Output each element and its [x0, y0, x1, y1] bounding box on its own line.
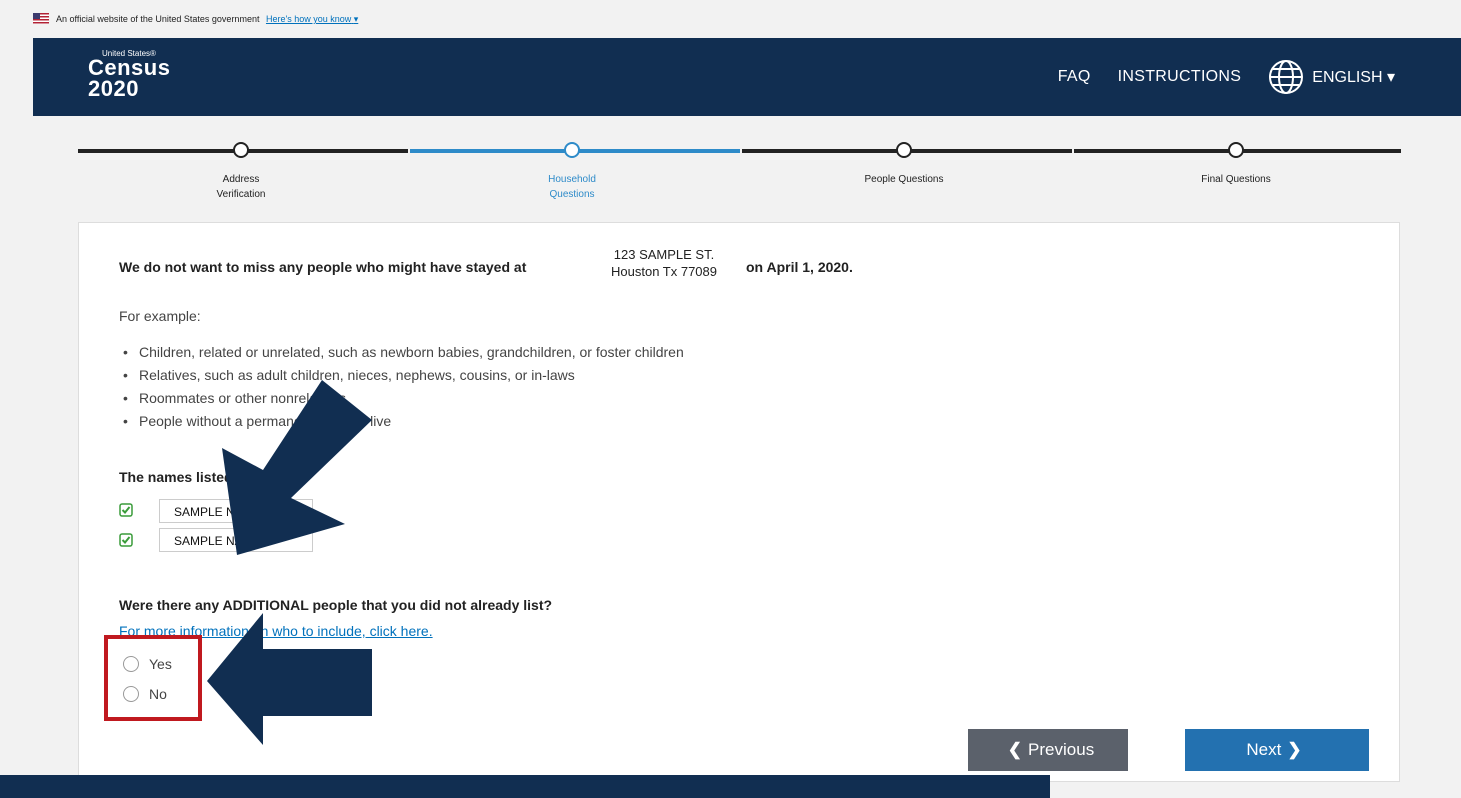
step-node-people [896, 142, 912, 158]
site-header: United States® Census 2020 FAQ INSTRUCTI… [33, 38, 1461, 116]
header-nav: FAQ INSTRUCTIONS ENGLISH ▾ [1058, 38, 1461, 116]
additional-people-question: Were there any ADDITIONAL people that yo… [119, 597, 553, 613]
next-button[interactable]: Next ❯ [1185, 729, 1369, 771]
step-node-address [233, 142, 249, 158]
step-label-household: Household Questions [548, 174, 596, 200]
chevron-left-icon: ❮ [1007, 740, 1023, 759]
list-item: Relatives, such as adult children, niece… [119, 364, 684, 387]
heres-how-you-know-link[interactable]: Here's how you know ▾ [266, 14, 358, 24]
intro-text: We do not want to miss any people who mi… [119, 259, 527, 275]
list-item: Roommates or other nonrelatives [119, 387, 684, 410]
chevron-right-icon: ❯ [1287, 740, 1302, 759]
check-icon [119, 533, 133, 547]
caret-down-icon: ▾ [1386, 69, 1395, 86]
step-node-final [1228, 142, 1244, 158]
us-flag-icon [33, 13, 49, 24]
gov-banner-text: An official website of the United States… [56, 14, 359, 24]
language-selector[interactable]: ENGLISH ▾ [1312, 67, 1395, 87]
check-icon [119, 503, 133, 517]
list-item: People without a permanent place to live [119, 410, 684, 433]
names-title: The names listed so far [119, 469, 275, 485]
instructions-link[interactable]: INSTRUCTIONS [1118, 68, 1242, 86]
globe-icon[interactable] [1268, 59, 1304, 95]
highlight-box [104, 635, 202, 721]
list-item: Children, related or unrelated, such as … [119, 341, 684, 364]
step-label-address: Address Verification [216, 174, 266, 200]
progress-stepper: Address Verification Household Questions P… [78, 130, 1401, 210]
examples-list: Children, related or unrelated, such as … [119, 341, 684, 433]
faq-link[interactable]: FAQ [1058, 68, 1091, 86]
previous-button[interactable]: ❮ Previous [968, 729, 1128, 771]
bottom-banner [0, 775, 1050, 798]
address-block: 123 SAMPLE ST. Houston Tx 77089 [611, 247, 717, 279]
listed-name: SAMPLE NAME [159, 528, 313, 552]
step-label-people: People Questions [864, 174, 944, 185]
listed-name-row [119, 533, 141, 547]
listed-name-row [119, 503, 141, 517]
census-2020-logo[interactable]: United States® Census 2020 [88, 50, 170, 100]
step-label-final: Final Questions [1201, 174, 1271, 185]
listed-name: SAMPLE NAME [159, 499, 313, 523]
question-card: We do not want to miss any people who mi… [78, 222, 1400, 782]
for-example-label: For example: [119, 308, 201, 324]
step-node-household [564, 142, 580, 158]
date-text: on April 1, 2020. [746, 259, 853, 275]
gov-banner: An official website of the United States… [0, 0, 1461, 38]
